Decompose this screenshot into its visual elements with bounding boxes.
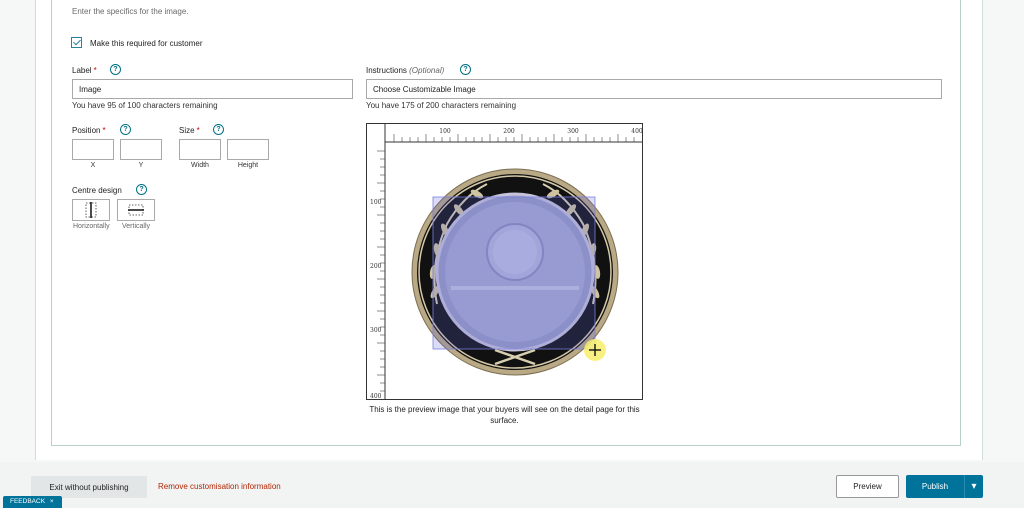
preview-canvas[interactable]: 100 200 300 400 100 200 300 400	[366, 123, 643, 400]
required-marker: *	[102, 126, 106, 135]
label-help-icon[interactable]: ?	[110, 64, 121, 75]
centre-horizontally-button[interactable]	[72, 199, 110, 221]
instructions-help-icon[interactable]: ?	[460, 64, 471, 75]
size-height-caption: Height	[237, 162, 259, 169]
ruler-y-label-300: 300	[370, 327, 382, 334]
ruler-top-ticks	[393, 134, 635, 142]
centre-horizontal-caption: Horizontally	[73, 223, 110, 230]
publish-button-group: Publish ▾	[906, 475, 983, 498]
ruler-left-ticks	[377, 150, 385, 392]
ruler-y-label-100: 100	[370, 199, 382, 206]
position-y-input[interactable]	[120, 139, 162, 160]
label-char-count: You have 95 of 100 characters remaining	[72, 101, 218, 110]
centre-vertical-icon	[128, 204, 144, 216]
position-label-text: Position	[72, 126, 101, 135]
preview-button[interactable]: Preview	[836, 475, 899, 498]
required-checkbox-label: Make this required for customer	[90, 39, 203, 48]
required-checkbox[interactable]	[71, 37, 82, 48]
position-label: Position *	[72, 126, 106, 135]
label-field-label: Label *	[72, 66, 97, 75]
centre-vertical-caption: Vertically	[122, 223, 151, 230]
position-help-icon[interactable]: ?	[120, 124, 131, 135]
instructions-field-label: Instructions (Optional)	[366, 66, 444, 75]
ruler-x-label-300: 300	[567, 128, 579, 135]
size-label-text: Size	[179, 126, 195, 135]
card-subtitle: Enter the specifics for the image.	[72, 7, 189, 16]
publish-dropdown-chevron-icon[interactable]: ▾	[965, 475, 983, 498]
centre-help-icon[interactable]: ?	[136, 184, 147, 195]
feedback-tab[interactable]: FEEDBACK ×	[3, 496, 62, 508]
ruler-x-label-100: 100	[439, 128, 451, 135]
centre-design-label: Centre design	[72, 186, 122, 195]
required-marker: *	[93, 66, 97, 75]
instructions-label-text: Instructions	[366, 66, 407, 75]
publish-button[interactable]: Publish	[906, 475, 964, 498]
required-marker: *	[196, 126, 200, 135]
size-width-caption: Width	[191, 162, 209, 169]
label-field-label-text: Label	[72, 66, 92, 75]
remove-customisation-link[interactable]: Remove customisation information	[158, 482, 281, 491]
position-x-input[interactable]	[72, 139, 114, 160]
ruler-x-label-200: 200	[503, 128, 515, 135]
image-selection-overlay[interactable]	[432, 196, 596, 350]
size-help-icon[interactable]: ?	[213, 124, 224, 135]
instructions-input[interactable]: Choose Customizable Image	[366, 79, 942, 99]
exit-without-publishing-button[interactable]: Exit without publishing	[31, 476, 147, 498]
centre-horizontal-icon	[85, 202, 97, 218]
ruler-y-label-200: 200	[370, 263, 382, 270]
feedback-close-icon[interactable]: ×	[50, 498, 54, 505]
position-y-caption: Y	[138, 162, 144, 169]
feedback-label: FEEDBACK	[10, 498, 46, 505]
centre-vertically-button[interactable]	[117, 199, 155, 221]
position-x-caption: X	[90, 162, 96, 169]
size-label: Size *	[179, 126, 200, 135]
preview-caption: This is the preview image that your buye…	[369, 405, 640, 425]
optional-tag: (Optional)	[409, 66, 445, 75]
instructions-char-count: You have 175 of 200 characters remaining	[366, 101, 517, 110]
preview-svg[interactable]: 100 200 300 400 100 200 300 400	[367, 124, 643, 400]
size-height-input[interactable]	[227, 139, 269, 160]
ruler-x-label-400: 400	[631, 128, 642, 135]
ruler-y-label-400: 400	[370, 393, 382, 399]
size-width-input[interactable]	[179, 139, 221, 160]
label-input[interactable]: Image	[72, 79, 353, 99]
